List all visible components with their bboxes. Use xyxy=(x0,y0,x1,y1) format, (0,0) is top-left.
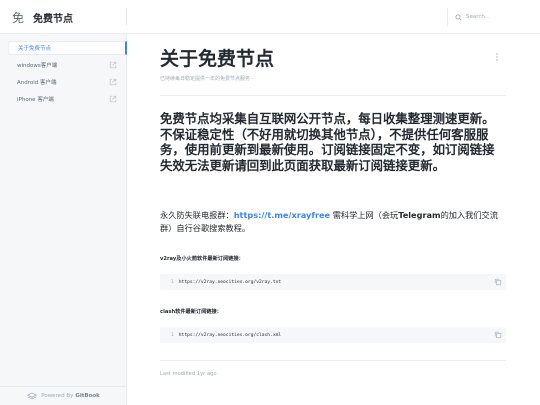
powered-by-gitbook[interactable]: Powered By GitBook xyxy=(0,386,127,405)
sidebar-item-about[interactable]: 关于免费节点 xyxy=(8,41,127,55)
header-divider xyxy=(126,8,127,26)
page-title: 关于免费节点 xyxy=(160,48,275,70)
powered-by-brand: GitBook xyxy=(75,393,100,399)
site-title[interactable]: 免费节点 xyxy=(33,10,73,25)
sidebar: 关于免费节点 windows客户端 Android 客户端 iPhone 客户端… xyxy=(0,34,127,405)
para-strong: Telegram xyxy=(398,210,441,220)
powered-by-label: Powered By xyxy=(41,393,74,399)
top-header: 免 免费节点 Search... xyxy=(0,0,540,34)
sidebar-item-android[interactable]: Android 客户端 xyxy=(8,75,127,89)
sidebar-item-windows[interactable]: windows客户端 xyxy=(8,58,127,72)
divider xyxy=(160,360,506,361)
line-number: 1 xyxy=(171,279,174,285)
telegram-link[interactable]: https://t.me/xrayfree xyxy=(234,210,330,220)
clash-heading: clash软件最新订阅链接： xyxy=(160,309,222,315)
lead-paragraph: 免费节点均采集自互联网公开节点，每日收集整理测速更新。不保证稳定性（不好用就切换… xyxy=(160,111,495,173)
telegram-paragraph: 永久防失联电报群：https://t.me/xrayfree 需科学上网（会玩T… xyxy=(160,209,506,234)
site-logo[interactable]: 免 xyxy=(12,9,24,26)
v2ray-code-block: 1 https://v2ray.neocities.org/v2ray.txt xyxy=(160,274,506,290)
divider xyxy=(160,95,506,96)
sidebar-item-iphone[interactable]: iPhone 客户端 xyxy=(8,92,127,106)
para-mid: 需科学上网（会玩 xyxy=(330,210,399,220)
copy-icon[interactable] xyxy=(494,278,502,286)
search-icon xyxy=(455,13,462,21)
para-prefix: 永久防失联电报群： xyxy=(160,210,234,220)
search-input[interactable]: Search... xyxy=(466,14,490,20)
external-link-icon xyxy=(109,61,117,69)
search-box[interactable]: Search... xyxy=(455,11,490,23)
clash-url[interactable]: https://v2ray.neocities.org/clash.xml xyxy=(179,333,281,338)
v2ray-heading: v2ray及小火箭软件最新订阅链接： xyxy=(160,256,244,262)
header-divider xyxy=(447,8,448,26)
external-link-icon xyxy=(109,95,117,103)
clash-code-block: 1 https://v2ray.neocities.org/clash.xml xyxy=(160,327,506,343)
last-modified: Last modified 1yr ago xyxy=(160,371,217,377)
gitbook-logo-icon xyxy=(27,392,38,400)
line-number: 1 xyxy=(171,332,174,338)
sidebar-item-label: windows客户端 xyxy=(17,63,58,69)
copy-icon[interactable] xyxy=(494,331,502,339)
more-options-icon[interactable] xyxy=(494,52,500,62)
external-link-icon xyxy=(109,78,117,86)
page-description: 已持续每日稳定提供一年的免费节点服务 - xyxy=(160,76,254,82)
v2ray-url[interactable]: https://v2ray.neocities.org/v2ray.txt xyxy=(179,280,281,285)
sidebar-item-label: Android 客户端 xyxy=(17,80,57,86)
sidebar-item-label: 关于免费节点 xyxy=(18,46,52,52)
sidebar-item-label: iPhone 客户端 xyxy=(17,97,54,103)
